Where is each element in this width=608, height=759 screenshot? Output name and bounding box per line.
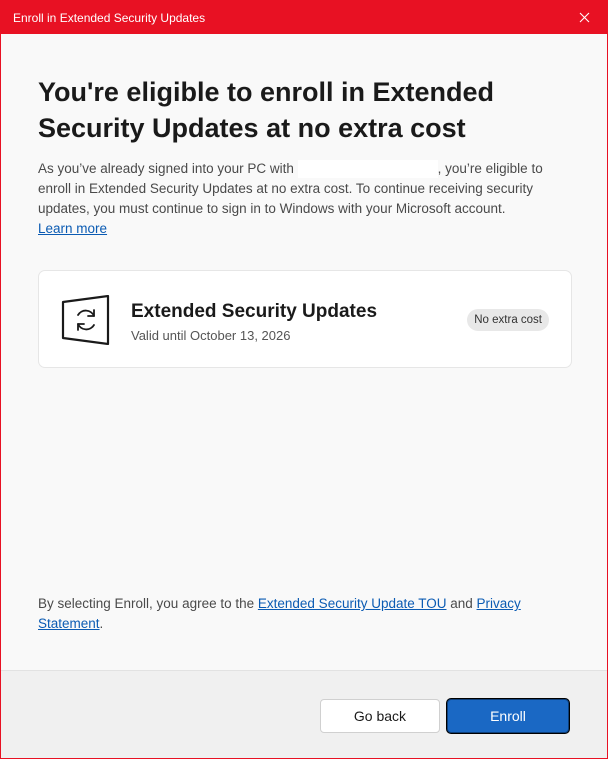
agreement-middle: and: [446, 596, 477, 611]
close-button[interactable]: [561, 1, 607, 34]
close-icon: [579, 12, 589, 23]
eligibility-description: As you’ve already signed into your PC wi…: [38, 159, 568, 239]
esu-card: Extended Security Updates Valid until Oc…: [38, 270, 572, 368]
enroll-button[interactable]: Enroll: [447, 699, 569, 733]
desc-text-before: As you’ve already signed into your PC wi…: [38, 161, 298, 176]
agreement-text: By selecting Enroll, you agree to the Ex…: [38, 594, 568, 634]
agreement-before: By selecting Enroll, you agree to the: [38, 596, 258, 611]
agreement-after: .: [99, 616, 104, 631]
card-validity: Valid until October 13, 2026: [131, 328, 291, 343]
windows-update-icon: [61, 294, 111, 346]
tou-link[interactable]: Extended Security Update TOU: [258, 596, 447, 611]
enroll-dialog-window: Enroll in Extended Security Updates You'…: [0, 0, 608, 759]
go-back-button[interactable]: Go back: [320, 699, 440, 733]
page-title: You're eligible to enroll in Extended Se…: [38, 77, 494, 143]
redacted-account: [297, 160, 438, 179]
dialog-content: You're eligible to enroll in Extended Se…: [1, 34, 607, 670]
title-bar: Enroll in Extended Security Updates: [1, 1, 607, 34]
dialog-footer: Go back Enroll: [1, 670, 607, 758]
card-title: Extended Security Updates: [131, 301, 378, 322]
status-badge: No extra cost: [467, 309, 549, 331]
learn-more-link[interactable]: Learn more: [38, 221, 107, 236]
window-title: Enroll in Extended Security Updates: [13, 11, 206, 25]
